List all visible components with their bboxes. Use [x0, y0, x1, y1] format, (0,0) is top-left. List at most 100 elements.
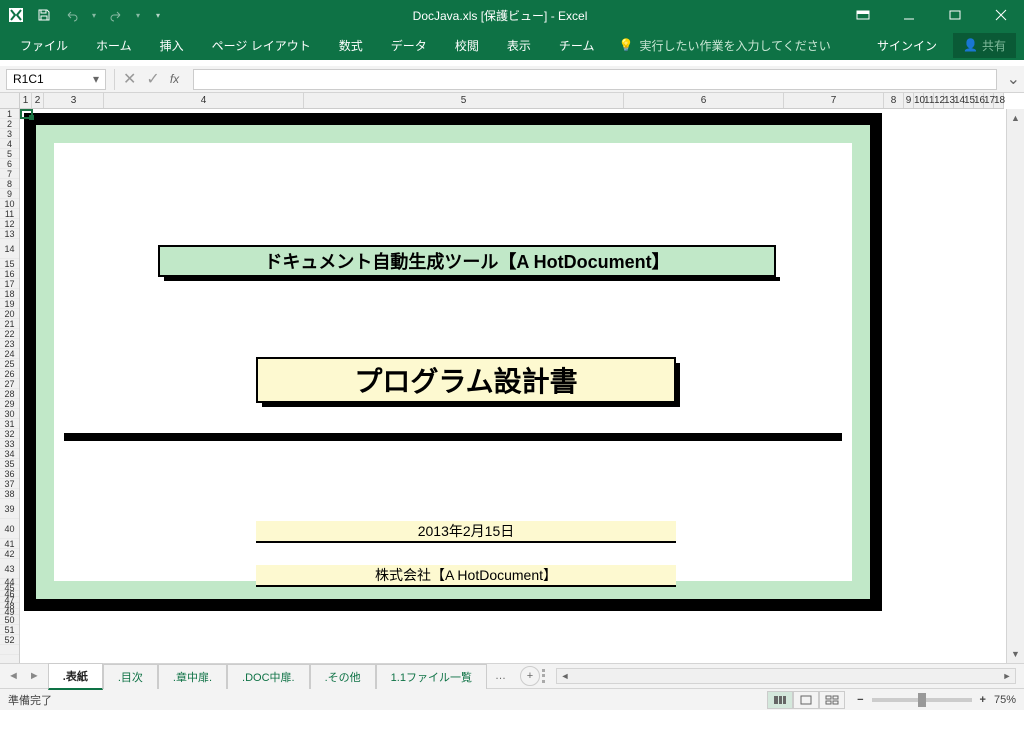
row-header[interactable]: 35 [0, 459, 19, 469]
row-header[interactable]: 13 [0, 229, 19, 239]
sheet-tab-more[interactable]: … [487, 666, 514, 686]
row-header[interactable]: 10 [0, 199, 19, 209]
row-header[interactable]: 12 [0, 219, 19, 229]
row-header[interactable]: 25 [0, 359, 19, 369]
formula-expand-icon[interactable]: ⌄ [1003, 69, 1024, 89]
view-normal-button[interactable] [767, 691, 793, 709]
share-button[interactable]: 👤 共有 [953, 33, 1016, 58]
column-header[interactable]: 4 [104, 93, 304, 108]
column-header[interactable]: 3 [44, 93, 104, 108]
zoom-slider[interactable] [872, 698, 972, 702]
row-header[interactable]: 37 [0, 479, 19, 489]
tab-nav-next-icon[interactable]: ► [25, 668, 44, 684]
row-header[interactable]: 2 [0, 119, 19, 129]
row-header[interactable]: 39 [0, 499, 19, 519]
row-header[interactable]: 7 [0, 169, 19, 179]
column-header[interactable]: 18 [994, 93, 1004, 108]
hscroll-right-icon[interactable]: ► [999, 669, 1015, 683]
row-header[interactable]: 52 [0, 635, 19, 645]
row-header[interactable]: 28 [0, 389, 19, 399]
tab-formulas[interactable]: 数式 [327, 30, 375, 60]
row-header[interactable]: 29 [0, 399, 19, 409]
row-header[interactable]: 16 [0, 269, 19, 279]
sheet-tab-toc[interactable]: .目次 [103, 664, 158, 689]
fx-icon[interactable]: fx [170, 72, 179, 86]
column-header[interactable]: 13 [944, 93, 954, 108]
grid-content[interactable]: ドキュメント自動生成ツール【A HotDocument】 プログラム設計書 20… [20, 109, 1004, 663]
column-header[interactable]: 7 [784, 93, 884, 108]
row-header[interactable]: 3 [0, 129, 19, 139]
redo-icon[interactable] [108, 7, 124, 23]
row-header[interactable]: 14 [0, 239, 19, 259]
signin-link[interactable]: サインイン [865, 37, 949, 54]
undo-dropdown-icon[interactable]: ▾ [92, 11, 96, 20]
zoom-slider-handle[interactable] [918, 693, 926, 707]
view-pagebreak-button[interactable] [819, 691, 845, 709]
tab-pagelayout[interactable]: ページ レイアウト [200, 30, 323, 60]
row-header[interactable]: 15 [0, 259, 19, 269]
sheet-tab-doc[interactable]: .DOC中扉. [227, 664, 310, 689]
sheet-tab-chapter[interactable]: .章中扉. [158, 664, 227, 689]
tab-nav-prev-icon[interactable]: ◄ [4, 668, 23, 684]
minimize-button[interactable] [886, 0, 932, 30]
column-header[interactable]: 5 [304, 93, 624, 108]
view-pagelayout-button[interactable] [793, 691, 819, 709]
zoom-in-button[interactable]: + [980, 694, 986, 706]
column-header[interactable]: 17 [984, 93, 994, 108]
column-header[interactable]: 14 [954, 93, 964, 108]
hscroll-left-icon[interactable]: ◄ [557, 669, 573, 683]
row-header[interactable]: 36 [0, 469, 19, 479]
select-all-corner[interactable] [0, 93, 20, 109]
row-header[interactable]: 50 [0, 615, 19, 625]
row-header[interactable] [0, 645, 19, 655]
name-box[interactable]: R1C1 ▾ [6, 69, 106, 90]
tab-home[interactable]: ホーム [84, 30, 144, 60]
undo-icon[interactable] [64, 7, 80, 23]
horizontal-scrollbar[interactable]: ◄ ► [556, 668, 1016, 684]
row-header[interactable]: 43 [0, 559, 19, 579]
name-box-dropdown-icon[interactable]: ▾ [93, 72, 99, 86]
zoom-level[interactable]: 75% [994, 694, 1016, 706]
sheet-tab-cover[interactable]: .表紙 [48, 663, 103, 690]
row-header[interactable]: 11 [0, 209, 19, 219]
row-header[interactable]: 18 [0, 289, 19, 299]
formula-input[interactable] [193, 69, 996, 90]
row-header[interactable]: 19 [0, 299, 19, 309]
column-header[interactable]: 1 [20, 93, 32, 108]
row-header[interactable]: 17 [0, 279, 19, 289]
redo-dropdown-icon[interactable]: ▾ [136, 11, 140, 20]
row-header[interactable]: 33 [0, 439, 19, 449]
ribbon-display-icon[interactable] [840, 0, 886, 30]
row-header[interactable]: 9 [0, 189, 19, 199]
vertical-scrollbar[interactable]: ▲ ▼ [1006, 109, 1024, 663]
column-header[interactable]: 9 [904, 93, 914, 108]
save-icon[interactable] [36, 7, 52, 23]
sheet-tab-other[interactable]: .その他 [310, 664, 376, 689]
tab-insert[interactable]: 挿入 [148, 30, 196, 60]
row-header[interactable]: 8 [0, 179, 19, 189]
column-header[interactable]: 8 [884, 93, 904, 108]
cancel-icon[interactable]: ✕ [123, 69, 136, 89]
row-header[interactable]: 51 [0, 625, 19, 635]
column-header[interactable]: 16 [974, 93, 984, 108]
column-header[interactable]: 10 [914, 93, 924, 108]
tab-data[interactable]: データ [379, 30, 439, 60]
row-header[interactable]: 24 [0, 349, 19, 359]
row-header[interactable]: 34 [0, 449, 19, 459]
column-header[interactable]: 12 [934, 93, 944, 108]
tab-review[interactable]: 校閲 [443, 30, 491, 60]
row-header[interactable]: 26 [0, 369, 19, 379]
tab-team[interactable]: チーム [547, 30, 607, 60]
sheet-tab-filelist[interactable]: 1.1ファイル一覧 [376, 664, 487, 689]
row-header[interactable]: 31 [0, 419, 19, 429]
column-header[interactable]: 11 [924, 93, 934, 108]
row-header[interactable]: 6 [0, 159, 19, 169]
row-header[interactable]: 21 [0, 319, 19, 329]
column-header[interactable]: 15 [964, 93, 974, 108]
tab-splitter[interactable] [542, 669, 546, 683]
row-header[interactable]: 22 [0, 329, 19, 339]
row-header[interactable]: 23 [0, 339, 19, 349]
scroll-up-icon[interactable]: ▲ [1007, 109, 1024, 127]
row-header[interactable]: 27 [0, 379, 19, 389]
row-header[interactable]: 42 [0, 549, 19, 559]
